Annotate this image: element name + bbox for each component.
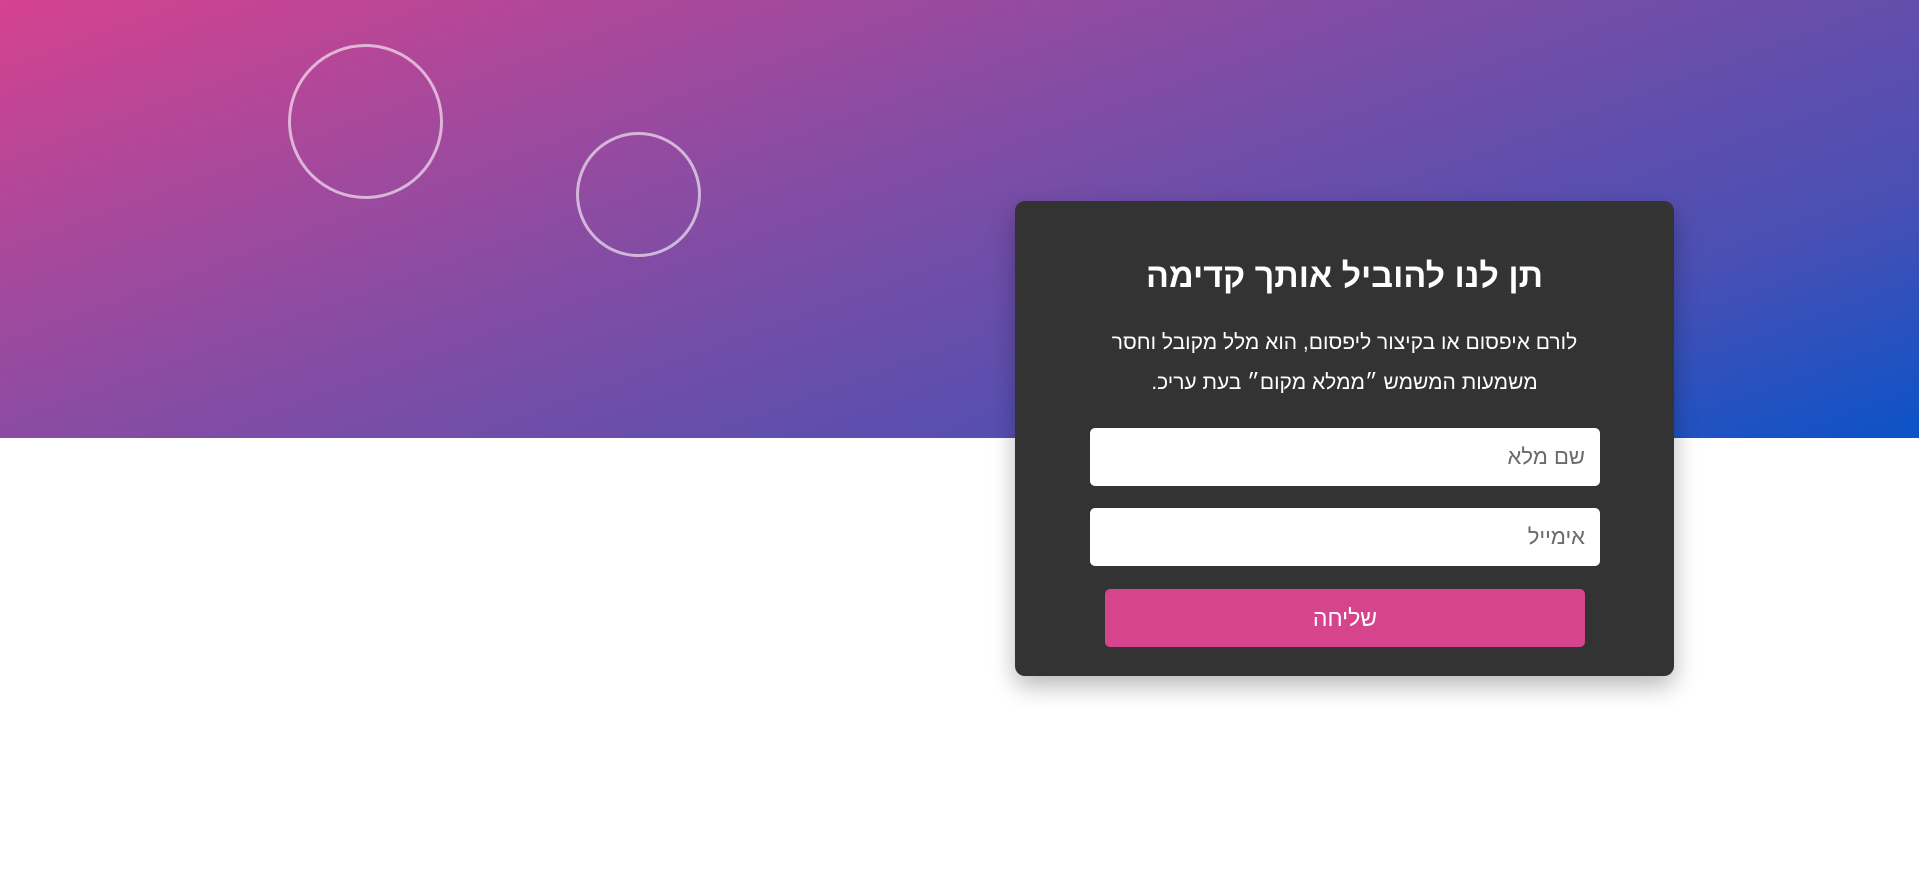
decorative-circle xyxy=(288,44,443,199)
submit-button[interactable]: שליחה xyxy=(1105,589,1585,647)
form-description: לורם איפסום או בקיצור ליפסום, הוא מלל מק… xyxy=(1111,331,1578,394)
email-input[interactable] xyxy=(1090,508,1600,566)
decorative-circle xyxy=(576,132,701,257)
contact-form-card: תן לנו להוביל אותך קדימה לורם איפסום או … xyxy=(1015,201,1674,676)
full-name-input[interactable] xyxy=(1090,428,1600,486)
form-title: תן לנו להוביל אותך קדימה xyxy=(1146,257,1543,295)
